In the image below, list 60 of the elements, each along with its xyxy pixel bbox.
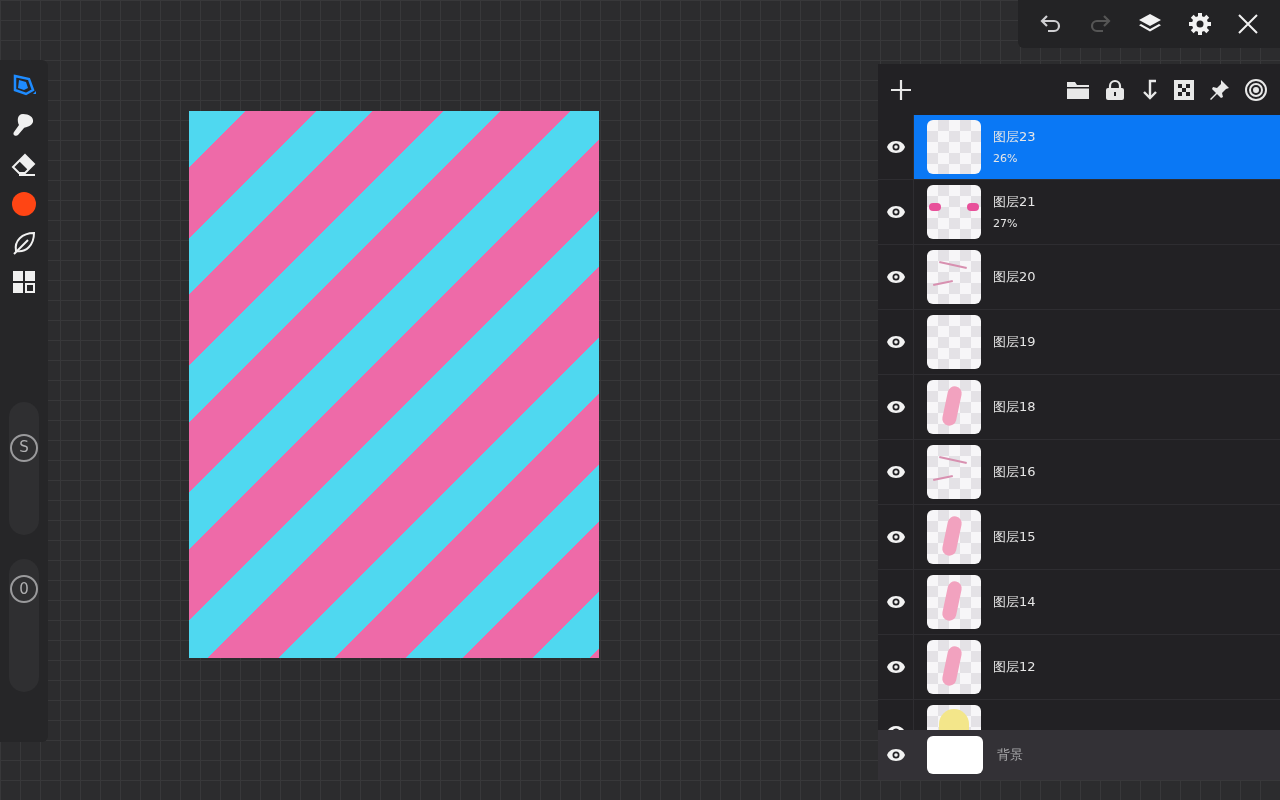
layer-thumbnail: [927, 380, 981, 434]
layer-opacity: 27%: [993, 215, 1019, 232]
grid-icon[interactable]: [12, 270, 36, 294]
layer-name: 图层21: [993, 193, 1036, 211]
undo-icon[interactable]: [1038, 13, 1063, 35]
eye-icon[interactable]: [885, 400, 906, 414]
slider-track[interactable]: 0: [9, 559, 39, 692]
layer-opacity: 26%: [993, 150, 1019, 167]
folder-icon[interactable]: [1066, 79, 1090, 100]
eye-icon[interactable]: [885, 335, 906, 349]
color-swatch[interactable]: [12, 192, 36, 216]
layer-name: 图层14: [993, 593, 1036, 612]
pen-icon[interactable]: [11, 72, 37, 98]
layer-thumbnail: [927, 250, 981, 304]
target-icon[interactable]: [1244, 77, 1268, 102]
layer-thumbnail: [927, 510, 981, 564]
lock-icon[interactable]: [1104, 78, 1126, 101]
layer-row[interactable]: 图层21 27%: [878, 180, 1280, 245]
layer-name: 图层18: [993, 398, 1036, 417]
layer-thumbnail: [927, 445, 981, 499]
layer-name: 图层16: [993, 463, 1036, 482]
layer-name: 图层19: [993, 333, 1036, 352]
layer-name: 图层12: [993, 658, 1036, 677]
slider-thumb[interactable]: 0: [10, 574, 38, 603]
layer-name: 图层23: [993, 128, 1036, 146]
leaf-icon[interactable]: [11, 230, 37, 256]
layer-thumbnail: [927, 315, 981, 369]
layer-thumbnail: [927, 120, 981, 174]
layer-name: 图层20: [993, 268, 1036, 287]
layer-row[interactable]: 图层20: [878, 245, 1280, 310]
layer-row[interactable]: 图层19: [878, 310, 1280, 375]
slider-thumb[interactable]: S: [10, 433, 38, 462]
eye-icon[interactable]: [885, 205, 906, 219]
eye-icon[interactable]: [885, 660, 906, 674]
eye-icon[interactable]: [885, 465, 906, 479]
merge-down-icon[interactable]: [1140, 78, 1160, 101]
layer-row[interactable]: 图层15: [878, 505, 1280, 570]
checkerboard-icon[interactable]: [1174, 79, 1194, 100]
layer-row[interactable]: 图层14: [878, 570, 1280, 635]
layer-row[interactable]: 图层16: [878, 440, 1280, 505]
eye-icon[interactable]: [885, 530, 906, 544]
layer-thumbnail: [927, 575, 981, 629]
layer-name: 背景: [997, 746, 1023, 765]
layer-row[interactable]: 图层12: [878, 635, 1280, 700]
layer-row[interactable]: 图层18: [878, 375, 1280, 440]
layer-thumbnail: [927, 185, 981, 239]
eye-icon[interactable]: [885, 140, 906, 154]
eraser-icon[interactable]: [11, 152, 37, 178]
layer-thumbnail: [927, 736, 983, 774]
settings-icon[interactable]: [1187, 12, 1212, 36]
slider-track[interactable]: S: [9, 402, 39, 535]
layer-name: 图层15: [993, 528, 1036, 547]
layer-thumbnail: [927, 640, 981, 694]
eye-icon[interactable]: [885, 595, 906, 609]
add-icon[interactable]: [890, 78, 912, 101]
eye-icon[interactable]: [886, 748, 906, 762]
pin-icon[interactable]: [1208, 78, 1230, 101]
background-layer-row[interactable]: 背景: [878, 730, 1280, 780]
eye-icon[interactable]: [885, 270, 906, 284]
close-icon[interactable]: [1237, 13, 1260, 35]
